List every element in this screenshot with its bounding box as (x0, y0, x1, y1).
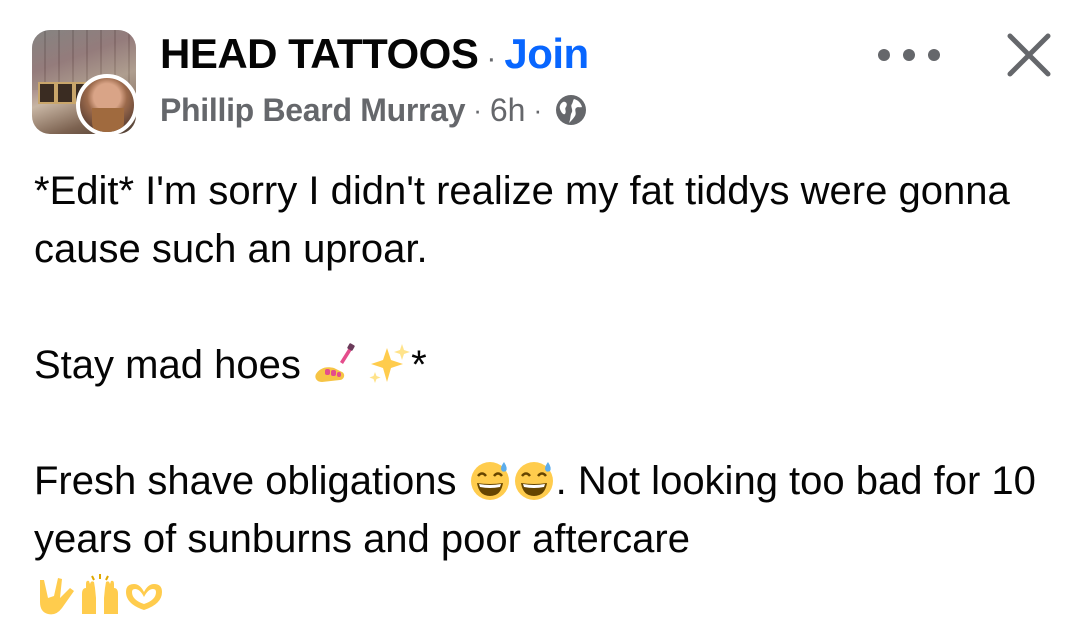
post-meta: Phillip Beard Murray · 6h · (160, 90, 588, 130)
post-text-edit: *Edit* I'm sorry I didn't realize my fat… (34, 169, 1010, 271)
nail-polish-emoji (315, 343, 355, 382)
grinning-sweat-emoji (470, 462, 509, 500)
stay-mad-text: Stay mad hoes (34, 343, 301, 387)
post-header: HEAD TATTOOS · Join Phillip Beard Murray… (0, 0, 1080, 150)
post-time[interactable]: 6h (490, 92, 526, 129)
fresh-shave-text: Fresh shave obligations (34, 459, 457, 503)
separator-dot: · (473, 94, 482, 125)
author-name[interactable]: Phillip Beard Murray (160, 92, 466, 129)
love-you-gesture-emoji (40, 578, 74, 615)
more-options-icon[interactable] (878, 40, 940, 70)
post-text-emojis (34, 568, 1044, 626)
post-body: *Edit* I'm sorry I didn't realize my fat… (34, 162, 1044, 626)
globe-icon (556, 95, 587, 125)
post-text-fresh-shave: Fresh shave obligations . Not looking to… (34, 452, 1044, 568)
post-text-stay-mad: Stay mad hoes * (34, 336, 1044, 394)
sparkles-emoji (369, 344, 411, 383)
avatar-stack[interactable] (32, 30, 138, 136)
close-icon[interactable] (1004, 30, 1054, 80)
join-button[interactable]: Join (504, 30, 589, 78)
stay-mad-suffix: * (411, 343, 427, 387)
separator-dot: · (533, 94, 543, 125)
title-row: HEAD TATTOOS · Join (160, 30, 589, 80)
grinning-sweat-emoji (514, 462, 553, 500)
separator-dot: · (486, 42, 497, 75)
user-avatar[interactable] (76, 74, 138, 136)
group-name[interactable]: HEAD TATTOOS (160, 30, 479, 78)
raising-hands-emoji (82, 574, 118, 614)
heart-hands-emoji (126, 584, 162, 610)
